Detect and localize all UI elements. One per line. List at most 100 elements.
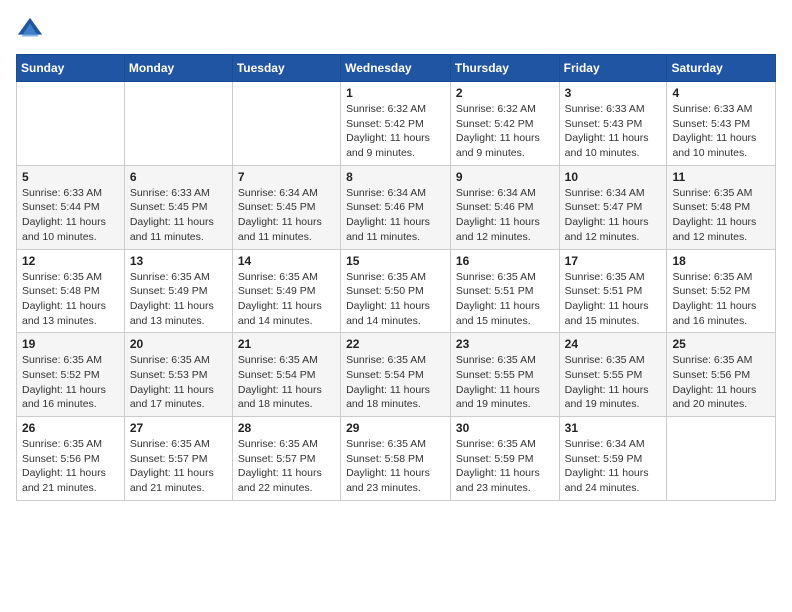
day-number: 16	[456, 254, 554, 268]
day-detail: Sunrise: 6:35 AMSunset: 5:56 PMDaylight:…	[22, 437, 119, 496]
day-number: 21	[238, 337, 335, 351]
calendar-header-row: SundayMondayTuesdayWednesdayThursdayFrid…	[17, 55, 776, 82]
calendar-week-row: 1 Sunrise: 6:32 AMSunset: 5:42 PMDaylight…	[17, 82, 776, 166]
day-number: 18	[672, 254, 770, 268]
day-number: 22	[346, 337, 445, 351]
day-number: 27	[130, 421, 227, 435]
calendar-cell: 30 Sunrise: 6:35 AMSunset: 5:59 PMDayligh…	[450, 417, 559, 501]
calendar-cell: 21Sunrise: 6:35 AMSunset: 5:54 PMDayligh…	[232, 333, 340, 417]
day-detail: Sunrise: 6:35 AMSunset: 5:54 PMDaylight:…	[346, 353, 445, 412]
day-detail: Sunrise: 6:33 AMSunset: 5:44 PMDaylight:…	[22, 186, 119, 245]
day-detail: Sunrise: 6:35 AMSunset: 5:52 PMDaylight:…	[22, 353, 119, 412]
day-number: 10	[565, 170, 662, 184]
calendar-week-row: 19 Sunrise: 6:35 AMSunset: 5:52 PMDayligh…	[17, 333, 776, 417]
day-number: 4	[672, 86, 770, 100]
day-number: 19	[22, 337, 119, 351]
calendar-week-row: 12 Sunrise: 6:35 AMSunset: 5:48 PMDayligh…	[17, 249, 776, 333]
calendar-cell: 26 Sunrise: 6:35 AMSunset: 5:56 PMDayligh…	[17, 417, 125, 501]
day-number: 29	[346, 421, 445, 435]
day-detail: Sunrise: 6:35 AMSunset: 5:50 PMDaylight:…	[346, 270, 445, 329]
day-detail: Sunrise: 6:35 AMSunset: 5:49 PMDaylight:…	[238, 270, 335, 329]
day-detail: Sunrise: 6:35 AMSunset: 5:49 PMDaylight:…	[130, 270, 227, 329]
calendar-cell: 10 Sunrise: 6:34 AMSunset: 5:47 PMDayligh…	[559, 165, 667, 249]
day-detail: Sunrise: 6:33 AMSunset: 5:43 PMDaylight:…	[565, 102, 662, 161]
calendar-cell: 9Sunrise: 6:34 AMSunset: 5:46 PMDaylight…	[450, 165, 559, 249]
day-number: 11	[672, 170, 770, 184]
calendar-cell: 29Sunrise: 6:35 AMSunset: 5:58 PMDayligh…	[341, 417, 451, 501]
column-header-tuesday: Tuesday	[232, 55, 340, 82]
calendar-cell: 12 Sunrise: 6:35 AMSunset: 5:48 PMDayligh…	[17, 249, 125, 333]
calendar-cell: 8 Sunrise: 6:34 AMSunset: 5:46 PMDaylight…	[341, 165, 451, 249]
day-detail: Sunrise: 6:33 AMSunset: 5:43 PMDaylight:…	[672, 102, 770, 161]
day-number: 23	[456, 337, 554, 351]
calendar-cell: 11 Sunrise: 6:35 AMSunset: 5:48 PMDayligh…	[667, 165, 776, 249]
day-detail: Sunrise: 6:35 AMSunset: 5:56 PMDaylight:…	[672, 353, 770, 412]
day-detail: Sunrise: 6:35 AMSunset: 5:51 PMDaylight:…	[456, 270, 554, 329]
calendar-cell: 17 Sunrise: 6:35 AMSunset: 5:51 PMDayligh…	[559, 249, 667, 333]
calendar-cell: 14 Sunrise: 6:35 AMSunset: 5:49 PMDayligh…	[232, 249, 340, 333]
day-detail: Sunrise: 6:34 AMSunset: 5:46 PMDaylight:…	[346, 186, 445, 245]
calendar-cell: 13 Sunrise: 6:35 AMSunset: 5:49 PMDayligh…	[124, 249, 232, 333]
day-number: 7	[238, 170, 335, 184]
day-number: 2	[456, 86, 554, 100]
calendar-week-row: 26 Sunrise: 6:35 AMSunset: 5:56 PMDayligh…	[17, 417, 776, 501]
calendar-cell: 2 Sunrise: 6:32 AMSunset: 5:42 PMDaylight…	[450, 82, 559, 166]
day-detail: Sunrise: 6:34 AMSunset: 5:59 PMDaylight:…	[565, 437, 662, 496]
day-number: 13	[130, 254, 227, 268]
calendar-cell	[667, 417, 776, 501]
day-detail: Sunrise: 6:32 AMSunset: 5:42 PMDaylight:…	[346, 102, 445, 161]
calendar-cell: 3 Sunrise: 6:33 AMSunset: 5:43 PMDaylight…	[559, 82, 667, 166]
calendar-cell	[232, 82, 340, 166]
page-header	[16, 16, 776, 44]
column-header-monday: Monday	[124, 55, 232, 82]
day-detail: Sunrise: 6:35 AMSunset: 5:55 PMDaylight:…	[565, 353, 662, 412]
calendar-cell: 5 Sunrise: 6:33 AMSunset: 5:44 PMDaylight…	[17, 165, 125, 249]
logo-icon	[16, 16, 44, 44]
column-header-friday: Friday	[559, 55, 667, 82]
day-number: 3	[565, 86, 662, 100]
calendar-cell: 16 Sunrise: 6:35 AMSunset: 5:51 PMDayligh…	[450, 249, 559, 333]
day-detail: Sunrise: 6:35 AMSunset: 5:59 PMDaylight:…	[456, 437, 554, 496]
calendar-cell	[124, 82, 232, 166]
day-number: 14	[238, 254, 335, 268]
day-number: 8	[346, 170, 445, 184]
column-header-sunday: Sunday	[17, 55, 125, 82]
day-detail: Sunrise: 6:34 AMSunset: 5:47 PMDaylight:…	[565, 186, 662, 245]
calendar-cell: 22 Sunrise: 6:35 AMSunset: 5:54 PMDayligh…	[341, 333, 451, 417]
calendar-cell: 24 Sunrise: 6:35 AMSunset: 5:55 PMDayligh…	[559, 333, 667, 417]
day-detail: Sunrise: 6:35 AMSunset: 5:48 PMDaylight:…	[672, 186, 770, 245]
calendar-cell: 25Sunrise: 6:35 AMSunset: 5:56 PMDayligh…	[667, 333, 776, 417]
calendar-week-row: 5 Sunrise: 6:33 AMSunset: 5:44 PMDaylight…	[17, 165, 776, 249]
calendar-cell: 27 Sunrise: 6:35 AMSunset: 5:57 PMDayligh…	[124, 417, 232, 501]
calendar-cell: 28Sunrise: 6:35 AMSunset: 5:57 PMDayligh…	[232, 417, 340, 501]
calendar-cell: 20Sunrise: 6:35 AMSunset: 5:53 PMDayligh…	[124, 333, 232, 417]
day-number: 24	[565, 337, 662, 351]
day-detail: Sunrise: 6:35 AMSunset: 5:48 PMDaylight:…	[22, 270, 119, 329]
day-detail: Sunrise: 6:35 AMSunset: 5:53 PMDaylight:…	[130, 353, 227, 412]
day-detail: Sunrise: 6:35 AMSunset: 5:51 PMDaylight:…	[565, 270, 662, 329]
day-number: 6	[130, 170, 227, 184]
day-number: 30	[456, 421, 554, 435]
day-number: 12	[22, 254, 119, 268]
day-detail: Sunrise: 6:35 AMSunset: 5:55 PMDaylight:…	[456, 353, 554, 412]
calendar-cell: 1 Sunrise: 6:32 AMSunset: 5:42 PMDaylight…	[341, 82, 451, 166]
day-detail: Sunrise: 6:32 AMSunset: 5:42 PMDaylight:…	[456, 102, 554, 161]
day-detail: Sunrise: 6:35 AMSunset: 5:57 PMDaylight:…	[130, 437, 227, 496]
calendar-cell: 31Sunrise: 6:34 AMSunset: 5:59 PMDayligh…	[559, 417, 667, 501]
day-detail: Sunrise: 6:35 AMSunset: 5:57 PMDaylight:…	[238, 437, 335, 496]
day-number: 26	[22, 421, 119, 435]
calendar-cell: 15Sunrise: 6:35 AMSunset: 5:50 PMDayligh…	[341, 249, 451, 333]
day-detail: Sunrise: 6:33 AMSunset: 5:45 PMDaylight:…	[130, 186, 227, 245]
day-number: 1	[346, 86, 445, 100]
calendar-cell: 19 Sunrise: 6:35 AMSunset: 5:52 PMDayligh…	[17, 333, 125, 417]
calendar-cell: 23 Sunrise: 6:35 AMSunset: 5:55 PMDayligh…	[450, 333, 559, 417]
calendar-cell	[17, 82, 125, 166]
day-number: 5	[22, 170, 119, 184]
logo	[16, 16, 48, 44]
column-header-saturday: Saturday	[667, 55, 776, 82]
day-number: 17	[565, 254, 662, 268]
calendar-table: SundayMondayTuesdayWednesdayThursdayFrid…	[16, 54, 776, 501]
calendar-cell: 18Sunrise: 6:35 AMSunset: 5:52 PMDayligh…	[667, 249, 776, 333]
calendar-cell: 6 Sunrise: 6:33 AMSunset: 5:45 PMDaylight…	[124, 165, 232, 249]
day-detail: Sunrise: 6:34 AMSunset: 5:45 PMDaylight:…	[238, 186, 335, 245]
